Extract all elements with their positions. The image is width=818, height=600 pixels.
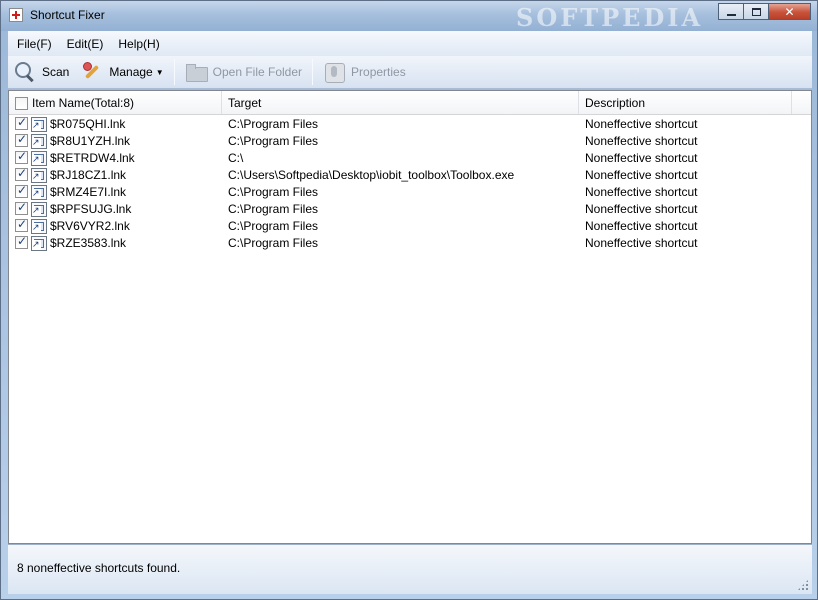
column-header-item-name[interactable]: Item Name(Total:8) [9,91,222,114]
list-item[interactable]: $RETRDW4.lnk C:\ Noneffective shortcut [9,149,811,167]
list-item[interactable]: $RMZ4E7I.lnk C:\Program Files Noneffecti… [9,183,811,201]
column-header-label: Description [585,96,646,110]
properties-button[interactable]: Properties [317,58,412,86]
maximize-icon [751,7,761,16]
menu-bar: File(F) Edit(E) Help(H) [8,31,812,56]
item-name: $RV6VYR2.lnk [50,219,130,233]
item-description: Noneffective shortcut [585,236,698,250]
item-description: Noneffective shortcut [585,151,698,165]
shortcut-list[interactable]: Item Name(Total:8) Target Description $R… [8,90,812,544]
item-description: Noneffective shortcut [585,202,698,216]
item-description: Noneffective shortcut [585,185,698,199]
close-button[interactable]: ✕ [768,3,811,20]
row-checkbox[interactable] [15,132,28,147]
shortcut-icon [31,236,47,251]
folder-icon [185,61,208,83]
row-checkbox[interactable] [15,149,28,164]
status-text: 8 noneffective shortcuts found. [17,561,181,575]
item-name: $R075QHI.lnk [50,117,126,131]
shortcut-icon [31,151,47,166]
row-checkbox[interactable] [15,115,28,130]
minimize-button[interactable] [718,3,744,20]
shortcut-icon [31,185,47,200]
item-description: Noneffective shortcut [585,134,698,148]
app-icon [9,8,23,22]
list-item[interactable]: $RJ18CZ1.lnk C:\Users\Softpedia\Desktop\… [9,166,811,184]
list-header: Item Name(Total:8) Target Description [9,91,811,115]
column-header-filler [792,91,811,114]
list-item[interactable]: $R8U1YZH.lnk C:\Program Files Noneffecti… [9,132,811,150]
item-target: C:\Program Files [228,236,319,250]
list-item[interactable]: $RZE3583.lnk C:\Program Files Noneffecti… [9,234,811,252]
resize-grip[interactable] [797,579,809,591]
item-target: C:\Program Files [228,219,319,233]
column-header-target[interactable]: Target [222,91,579,114]
item-description: Noneffective shortcut [585,117,698,131]
row-checkbox[interactable] [15,183,28,198]
window-title: Shortcut Fixer [30,8,105,22]
shortcut-icon [31,134,47,149]
manage-label: Manage [109,65,153,79]
row-checkbox[interactable] [15,217,28,232]
menu-help[interactable]: Help(H) [109,37,165,51]
shortcut-icon [31,219,47,234]
window-controls: ✕ [718,3,811,20]
column-header-label: Item Name(Total:8) [32,96,135,110]
column-header-description[interactable]: Description [579,91,792,114]
scan-label: Scan [42,65,70,79]
scan-button[interactable]: Scan [8,58,75,86]
item-name: $RMZ4E7I.lnk [50,185,127,199]
list-rows: $R075QHI.lnk C:\Program Files Noneffecti… [9,115,811,252]
toolbar-separator [312,59,314,85]
menu-edit[interactable]: Edit(E) [58,37,110,51]
list-item[interactable]: $R075QHI.lnk C:\Program Files Noneffecti… [9,115,811,133]
item-target: C:\Program Files [228,117,319,131]
item-target: C:\Program Files [228,134,319,148]
close-icon: ✕ [784,4,795,19]
item-target: C:\Program Files [228,202,319,216]
properties-icon [323,61,346,83]
toolbar-separator [173,59,175,85]
list-item[interactable]: $RV6VYR2.lnk C:\Program Files Noneffecti… [9,217,811,235]
item-description: Noneffective shortcut [585,219,698,233]
chevron-down-icon: ▼ [155,67,164,77]
app-window: Shortcut Fixer SOFTPEDIA ✕ File(F) Edit(… [0,0,818,600]
row-checkbox[interactable] [15,234,28,249]
status-bar: 8 noneffective shortcuts found. [8,544,812,594]
row-checkbox[interactable] [15,200,28,215]
item-description: Noneffective shortcut [585,168,698,182]
item-name: $RPFSUJG.lnk [50,202,132,216]
item-target: C:\Program Files [228,185,319,199]
item-name: $RETRDW4.lnk [50,151,135,165]
manage-button[interactable]: Manage ▼ [75,58,169,86]
row-checkbox[interactable] [15,166,28,181]
properties-label: Properties [351,65,406,79]
wrench-icon [81,61,103,83]
menu-file[interactable]: File(F) [8,37,58,51]
shortcut-icon [31,117,47,132]
item-name: $R8U1YZH.lnk [50,134,131,148]
search-icon [14,61,36,83]
item-name: $RZE3583.lnk [50,236,127,250]
item-name: $RJ18CZ1.lnk [50,168,127,182]
select-all-checkbox[interactable] [15,97,28,110]
item-target: C:\ [228,151,244,165]
maximize-button[interactable] [743,3,769,20]
column-header-label: Target [228,96,262,110]
item-target: C:\Users\Softpedia\Desktop\iobit_toolbox… [228,168,515,182]
watermark-text: SOFTPEDIA [516,3,704,32]
list-item[interactable]: $RPFSUJG.lnk C:\Program Files Noneffecti… [9,200,811,218]
shortcut-icon [31,202,47,217]
shortcut-icon [31,168,47,183]
open-file-folder-label: Open File Folder [212,65,303,79]
title-bar[interactable]: Shortcut Fixer SOFTPEDIA ✕ [1,1,817,32]
toolbar: Scan Manage ▼ Open File Folder Propertie… [8,56,812,89]
open-file-folder-button[interactable]: Open File Folder [179,58,308,86]
minimize-icon [726,13,736,16]
